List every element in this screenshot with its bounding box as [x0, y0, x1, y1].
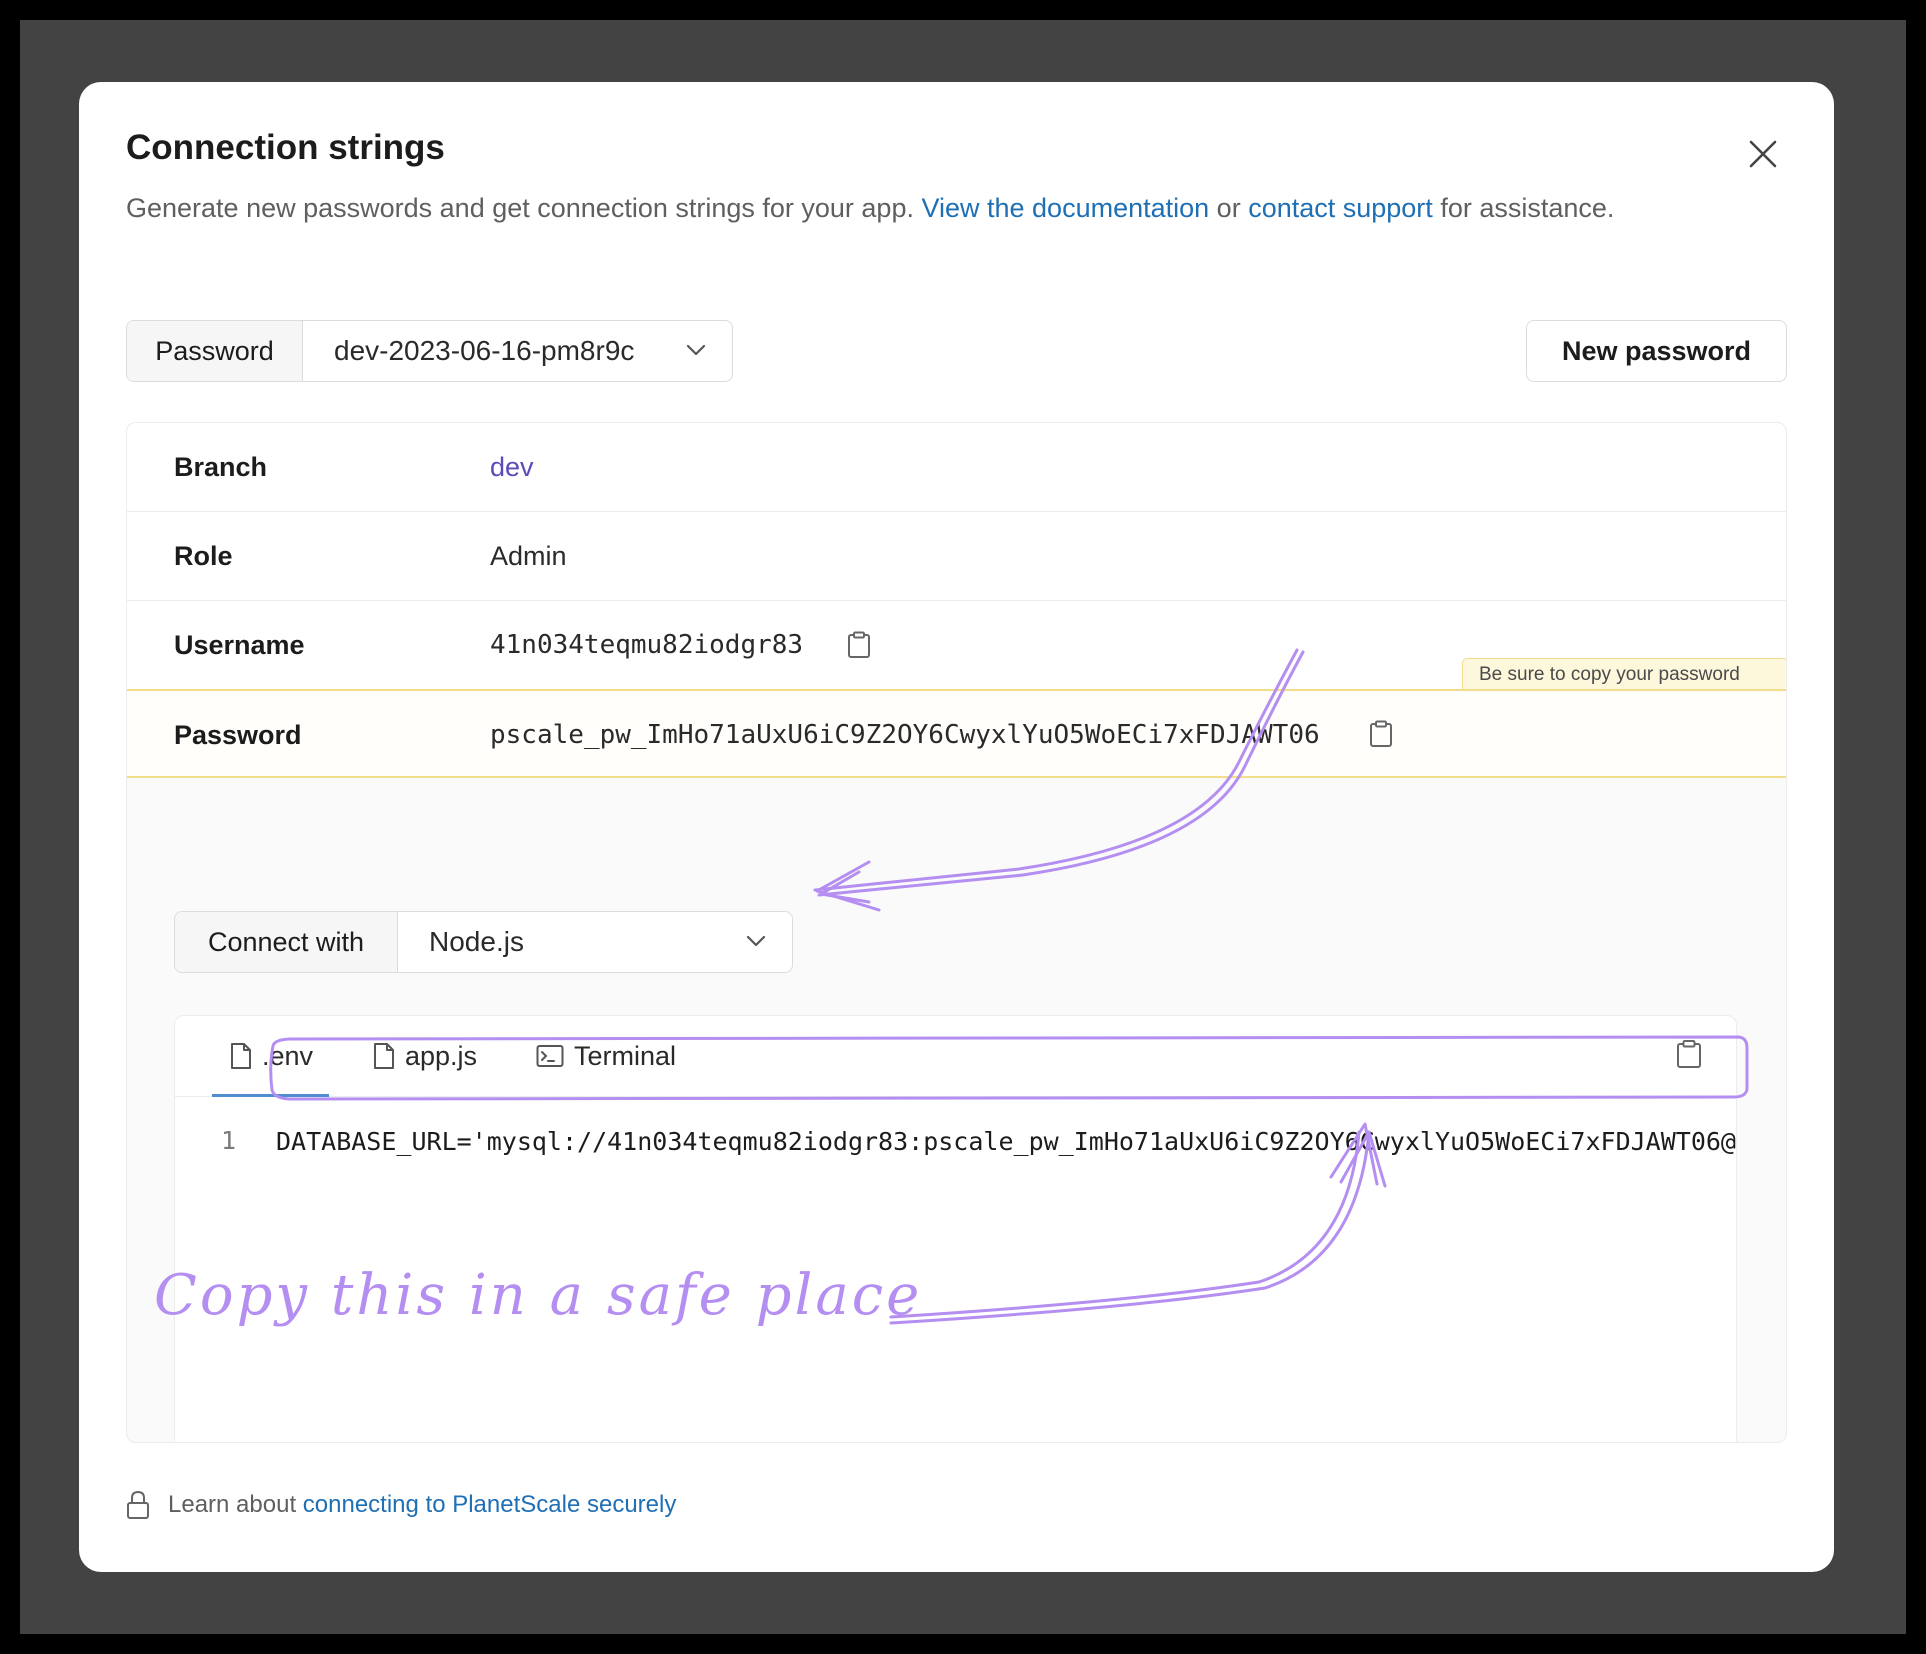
- tab-terminal[interactable]: Terminal: [536, 1016, 676, 1096]
- file-icon: [231, 1043, 251, 1069]
- password-select-label: Password: [127, 321, 303, 381]
- file-icon: [374, 1043, 394, 1069]
- annotation-text: Copy this in a safe place: [154, 1263, 923, 1328]
- password-row: Password pscale_pw_ImHo71aUxU6iC9Z2OY6Cw…: [127, 689, 1786, 778]
- tab-env[interactable]: .env: [211, 1016, 330, 1097]
- connect-with-value[interactable]: Node.js: [398, 912, 792, 972]
- branch-value[interactable]: dev: [490, 423, 534, 512]
- lock-icon: [127, 1490, 149, 1519]
- connect-with-label: Connect with: [175, 912, 398, 972]
- copy-code-icon[interactable]: [1676, 1039, 1702, 1069]
- dialog-title: Connection strings: [126, 128, 445, 167]
- password-select-value[interactable]: dev-2023-06-16-pm8r9c: [303, 321, 732, 381]
- copy-password-notice: Be sure to copy your password: [1462, 658, 1786, 689]
- documentation-link[interactable]: View the documentation: [921, 193, 1209, 223]
- copy-username-icon[interactable]: [847, 631, 871, 659]
- role-row: Role Admin: [127, 512, 1786, 601]
- new-password-button[interactable]: New password: [1526, 320, 1787, 382]
- password-value: pscale_pw_ImHo71aUxU6iC9Z2OY6CwyxlYuO5Wo…: [490, 720, 1320, 750]
- username-value: 41n034teqmu82iodgr83: [490, 630, 804, 660]
- footer: Learn about connecting to PlanetScale se…: [126, 1490, 676, 1520]
- connection-strings-dialog: Connection strings Generate new password…: [79, 82, 1834, 1572]
- code-line: DATABASE_URL='mysql://41n034teqmu82iodgr…: [276, 1127, 1736, 1156]
- code-tabs: .env app.js Terminal: [175, 1016, 1736, 1097]
- copy-password-icon[interactable]: [1369, 720, 1393, 748]
- role-label: Role: [174, 541, 233, 571]
- role-value: Admin: [490, 541, 567, 571]
- branch-row: Branch dev: [127, 423, 1786, 512]
- chevron-down-icon: [686, 344, 706, 356]
- line-number: 1: [221, 1126, 237, 1155]
- code-block: .env app.js Terminal 1 DATABASE_URL='mys…: [174, 1015, 1737, 1442]
- close-icon: [1749, 140, 1777, 168]
- dialog-description: Generate new passwords and get connectio…: [126, 193, 1615, 223]
- password-select[interactable]: Password dev-2023-06-16-pm8r9c: [126, 320, 733, 382]
- close-button[interactable]: [1739, 130, 1787, 178]
- tab-app-js[interactable]: app.js: [373, 1016, 477, 1096]
- terminal-icon: [536, 1045, 564, 1067]
- planetscale-security-link[interactable]: connecting to PlanetScale securely: [303, 1491, 677, 1519]
- connect-with-select[interactable]: Connect with Node.js: [174, 911, 793, 973]
- branch-label: Branch: [174, 452, 268, 482]
- username-label: Username: [174, 630, 305, 660]
- chevron-down-icon: [746, 935, 766, 947]
- password-label: Password: [174, 720, 302, 750]
- contact-support-link[interactable]: contact support: [1248, 193, 1433, 223]
